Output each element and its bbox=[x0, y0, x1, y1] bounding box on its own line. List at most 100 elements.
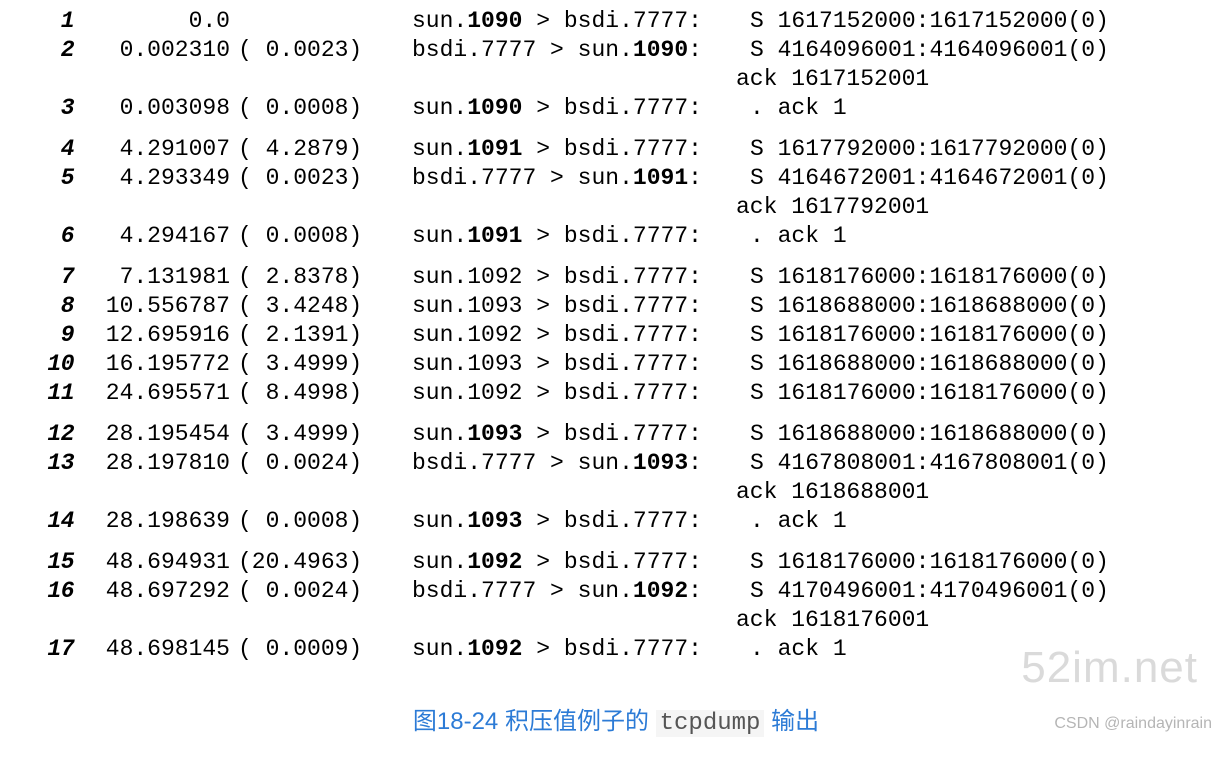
packet-row: 30.003098( 0.0008)sun.1090 > bsdi.7777:.… bbox=[36, 95, 1212, 124]
packet-info: S 4170496001:4170496001(0) bbox=[742, 578, 1212, 604]
flow-colon: : bbox=[688, 223, 702, 249]
dot-separator: . bbox=[619, 264, 633, 290]
dot-separator: . bbox=[619, 636, 633, 662]
dst-host: bsdi bbox=[564, 136, 619, 162]
packet-row: 1548.694931(20.4963)sun.1092 > bsdi.7777… bbox=[36, 549, 1212, 578]
timestamp: 4.293349 bbox=[80, 165, 230, 191]
packet-index: 13 bbox=[36, 450, 80, 476]
direction-arrow: > bbox=[522, 8, 563, 34]
direction-arrow: > bbox=[522, 223, 563, 249]
packet-row: 1124.695571( 8.4998)sun.1092 > bsdi.7777… bbox=[36, 380, 1212, 409]
group-gap bbox=[36, 409, 1212, 421]
src-port: 1091 bbox=[467, 136, 522, 162]
flow-colon: : bbox=[688, 165, 702, 191]
src-port: 1092 bbox=[467, 380, 522, 406]
caption-suffix: 输出 bbox=[764, 708, 819, 735]
packet-flow: sun.1092 > bsdi.7777: bbox=[386, 380, 742, 406]
packet-row: 10.0sun.1090 > bsdi.7777:S 1617152000:16… bbox=[36, 8, 1212, 37]
packet-index: 10 bbox=[36, 351, 80, 377]
dst-port: 1091 bbox=[633, 165, 688, 191]
dst-host: sun bbox=[578, 37, 619, 63]
direction-arrow: > bbox=[522, 636, 563, 662]
seq-info: 1617792000:1617792000(0) bbox=[778, 136, 1109, 162]
packet-info: S 4167808001:4167808001(0) bbox=[742, 450, 1212, 476]
packet-index: 4 bbox=[36, 136, 80, 162]
dot-separator: . bbox=[619, 322, 633, 348]
timestamp: 48.694931 bbox=[80, 549, 230, 575]
ack-continuation: ack 1617792001 bbox=[36, 194, 1212, 223]
dot-separator: . bbox=[619, 508, 633, 534]
tcp-flag: S bbox=[750, 264, 764, 290]
src-host: sun bbox=[412, 508, 453, 534]
dot-separator: . bbox=[619, 578, 633, 604]
src-host: bsdi bbox=[412, 450, 467, 476]
packet-index: 7 bbox=[36, 264, 80, 290]
direction-arrow: > bbox=[522, 549, 563, 575]
packet-index: 2 bbox=[36, 37, 80, 63]
dot-separator: . bbox=[467, 578, 481, 604]
packet-index: 6 bbox=[36, 223, 80, 249]
direction-arrow: > bbox=[522, 322, 563, 348]
packet-flow: sun.1093 > bsdi.7777: bbox=[386, 351, 742, 377]
tcp-flag: . bbox=[750, 508, 764, 534]
packet-info: S 1617152000:1617152000(0) bbox=[742, 8, 1212, 34]
packet-info: . ack 1 bbox=[742, 508, 1212, 534]
dot-separator: . bbox=[619, 421, 633, 447]
delta-time: ( 0.0024) bbox=[230, 450, 386, 476]
dst-host: bsdi bbox=[564, 8, 619, 34]
src-host: sun bbox=[412, 136, 453, 162]
dst-port: 7777 bbox=[633, 223, 688, 249]
src-host: sun bbox=[412, 223, 453, 249]
tcp-flag: S bbox=[750, 322, 764, 348]
timestamp: 16.195772 bbox=[80, 351, 230, 377]
packet-row: 1428.198639( 0.0008)sun.1093 > bsdi.7777… bbox=[36, 508, 1212, 537]
packet-info: S 1618688000:1618688000(0) bbox=[742, 351, 1212, 377]
dot-separator: . bbox=[453, 549, 467, 575]
direction-arrow: > bbox=[536, 450, 577, 476]
direction-arrow: > bbox=[522, 136, 563, 162]
src-port: 7777 bbox=[481, 165, 536, 191]
dst-host: sun bbox=[578, 450, 619, 476]
packet-index: 11 bbox=[36, 380, 80, 406]
packet-flow: sun.1091 > bsdi.7777: bbox=[386, 136, 742, 162]
dot-separator: . bbox=[453, 636, 467, 662]
seq-info: 1618688000:1618688000(0) bbox=[778, 293, 1109, 319]
tcp-flag: S bbox=[750, 450, 764, 476]
dst-port: 7777 bbox=[633, 508, 688, 534]
dst-host: bsdi bbox=[564, 421, 619, 447]
tcp-flag: S bbox=[750, 380, 764, 406]
dst-host: bsdi bbox=[564, 223, 619, 249]
direction-arrow: > bbox=[536, 165, 577, 191]
dot-separator: . bbox=[619, 223, 633, 249]
tcp-flag: S bbox=[750, 8, 764, 34]
ack-continuation: ack 1618688001 bbox=[36, 479, 1212, 508]
src-host: sun bbox=[412, 95, 453, 121]
dot-separator: . bbox=[453, 293, 467, 319]
dot-separator: . bbox=[619, 8, 633, 34]
tcp-flag: S bbox=[750, 165, 764, 191]
delta-time: ( 2.1391) bbox=[230, 322, 386, 348]
dot-separator: . bbox=[619, 293, 633, 319]
src-host: sun bbox=[412, 636, 453, 662]
dst-port: 7777 bbox=[633, 8, 688, 34]
packet-flow: bsdi.7777 > sun.1093: bbox=[386, 450, 742, 476]
ack-continuation: ack 1618176001 bbox=[36, 607, 1212, 636]
dot-separator: . bbox=[619, 95, 633, 121]
timestamp: 48.697292 bbox=[80, 578, 230, 604]
dot-separator: . bbox=[453, 380, 467, 406]
direction-arrow: > bbox=[522, 95, 563, 121]
src-port: 1093 bbox=[467, 508, 522, 534]
direction-arrow: > bbox=[522, 508, 563, 534]
dot-separator: . bbox=[467, 165, 481, 191]
seq-info: 1618688000:1618688000(0) bbox=[778, 421, 1109, 447]
tcp-flag: S bbox=[750, 293, 764, 319]
src-port: 1093 bbox=[467, 351, 522, 377]
tcp-flag: . bbox=[750, 636, 764, 662]
dst-host: bsdi bbox=[564, 293, 619, 319]
dst-host: bsdi bbox=[564, 264, 619, 290]
tcp-flag: S bbox=[750, 578, 764, 604]
watermark-site: 52im.net bbox=[1021, 643, 1198, 693]
packet-info: S 4164672001:4164672001(0) bbox=[742, 165, 1212, 191]
direction-arrow: > bbox=[522, 351, 563, 377]
dot-separator: . bbox=[619, 450, 633, 476]
